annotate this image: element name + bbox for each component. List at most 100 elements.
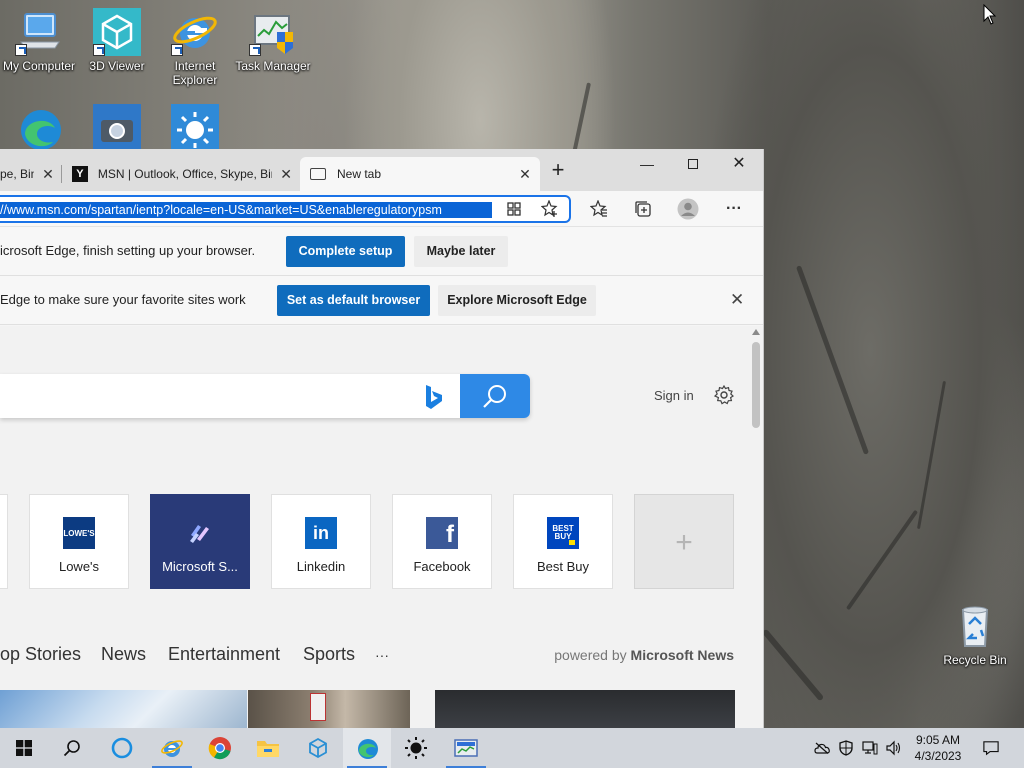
clock-date: 4/3/2023 [914,749,962,763]
desktop-icon-edge[interactable] [0,104,78,155]
desktop-icon-task-manager[interactable]: Task Manager [234,8,312,73]
scroll-up-icon[interactable] [752,329,760,335]
taskbar-brightness[interactable] [392,728,440,768]
scroll-thumb[interactable] [752,342,760,428]
browser-titlebar: pe, Bin ✕ Y MSN | Outlook, Office, Skype… [0,149,763,191]
default-browser-infobar: Edge to make sure your favorite sites wo… [0,276,763,325]
tab-close-icon[interactable]: ✕ [517,166,533,183]
3d-viewer-icon [309,737,327,759]
profile-avatar-icon[interactable] [676,197,700,221]
desktop-icon-recycle-bin[interactable]: Recycle Bin [936,602,1014,667]
cortana-button[interactable] [98,728,146,768]
edge-browser-window: pe, Bin ✕ Y MSN | Outlook, Office, Skype… [0,149,764,728]
feed-tab-entertainment[interactable]: Entertainment [168,644,280,665]
facebook-logo-icon: f [426,517,458,549]
page-scrollbar[interactable] [748,326,763,728]
feed-tab-news[interactable]: News [101,644,146,665]
news-card-image[interactable] [435,690,735,728]
tab-close-icon[interactable]: ✕ [40,166,56,183]
minimize-icon[interactable]: — [624,151,670,177]
search-icon [63,740,80,757]
taskbar-task-manager[interactable] [442,728,490,768]
task-manager-icon [249,8,297,56]
set-default-browser-button[interactable]: Set as default browser [277,285,430,316]
close-infobar-icon[interactable]: ✕ [730,290,744,310]
complete-setup-button[interactable]: Complete setup [286,236,405,267]
desktop-icon-my-computer[interactable]: My Computer [0,8,78,73]
3d-viewer-icon [93,8,141,56]
feed-navigation: op Stories News Entertainment Sports ···… [0,644,740,670]
mouse-cursor-icon [983,4,997,25]
brightness-icon [171,104,219,152]
quick-link-facebook[interactable]: f Facebook [392,494,492,589]
maybe-later-button[interactable]: Maybe later [414,236,508,267]
taskbar-edge[interactable] [343,728,391,768]
tab-new-tab[interactable]: New tab ✕ [300,157,540,191]
add-favorite-icon[interactable] [538,197,562,221]
quick-link-linkedin[interactable]: in Linkedin [271,494,371,589]
taskbar: 9:05 AM 4/3/2023 [0,728,1024,768]
search-taskbar-button[interactable] [48,728,96,768]
internet-explorer-icon [171,8,219,56]
address-url: //www.msn.com/spartan/ientp?locale=en-US… [0,202,492,218]
app-available-icon[interactable] [502,197,526,221]
linkedin-logo-icon: in [305,517,337,549]
task-manager-icon [454,739,478,757]
powered-by-label: powered by Microsoft News [554,647,734,663]
setup-infobar: icrosoft Edge, finish setting up your br… [0,227,763,276]
page-icon [310,168,326,180]
microsoft-start-logo-icon [184,517,216,549]
computer-icon [15,8,63,56]
new-tab-plus-icon[interactable]: + [548,159,568,181]
clock-time: 9:05 AM [915,733,961,747]
more-menu-icon[interactable]: ··· [722,197,746,221]
browser-toolbar: //www.msn.com/spartan/ientp?locale=en-US… [0,191,763,227]
taskbar-internet-explorer[interactable] [148,728,196,768]
start-button[interactable] [0,728,48,768]
feed-more-icon[interactable]: ··· [375,647,389,663]
action-center-icon[interactable] [983,740,999,756]
tab-close-icon[interactable]: ✕ [278,166,294,183]
onedrive-offline-icon[interactable] [814,740,830,756]
desktop-icon-internet-explorer[interactable]: Internet Explorer [156,8,234,87]
quick-link-microsoft-start[interactable]: Microsoft S... [150,494,250,589]
volume-icon[interactable] [886,740,902,756]
sign-in-link[interactable]: Sign in [654,388,694,403]
quick-link-lowes[interactable]: LOWE'S Lowe's [29,494,129,589]
explore-edge-button[interactable]: Explore Microsoft Edge [438,285,596,316]
feed-tab-sports[interactable]: Sports [303,644,355,665]
maximize-icon[interactable] [670,151,716,177]
taskbar-chrome[interactable] [196,728,244,768]
msn-favicon-icon: Y [72,166,88,182]
network-icon[interactable] [862,740,878,756]
bing-logo-icon [424,384,444,415]
quick-link-tile-partial[interactable] [0,494,8,589]
taskbar-file-explorer[interactable] [244,728,292,768]
taskbar-3d-viewer[interactable] [294,728,342,768]
web-search-box[interactable] [0,374,530,418]
news-card-image[interactable] [248,690,410,728]
settings-gear-icon[interactable] [713,384,734,410]
cortana-icon [111,737,133,759]
add-plus-icon: + [675,526,693,559]
best-buy-logo-icon: BEST BUY [547,517,579,549]
desktop-icon-brightness[interactable] [156,104,234,155]
favorites-icon[interactable] [587,197,611,221]
system-clock[interactable]: 9:05 AM 4/3/2023 [908,732,968,764]
edge-icon [358,739,378,759]
security-shield-icon[interactable] [838,740,854,756]
tab-bing[interactable]: pe, Bin ✕ [0,157,58,191]
tab-msn[interactable]: Y MSN | Outlook, Office, Skype, Bin ✕ [72,157,294,191]
quick-link-best-buy[interactable]: BEST BUY Best Buy [513,494,613,589]
add-quick-link-button[interactable]: + [634,494,734,589]
collections-icon[interactable] [631,197,655,221]
close-window-icon[interactable]: ✕ [716,151,762,177]
desktop-icon-3d-viewer[interactable]: 3D Viewer [78,8,156,73]
recycle-bin-icon [951,602,999,650]
camera-icon [93,104,141,152]
search-button[interactable] [460,374,530,418]
news-card-image[interactable] [0,690,247,728]
feed-tab-top-stories[interactable]: op Stories [0,644,81,665]
address-bar[interactable]: //www.msn.com/spartan/ientp?locale=en-US… [0,195,571,223]
desktop-icon-camera[interactable] [78,104,156,155]
